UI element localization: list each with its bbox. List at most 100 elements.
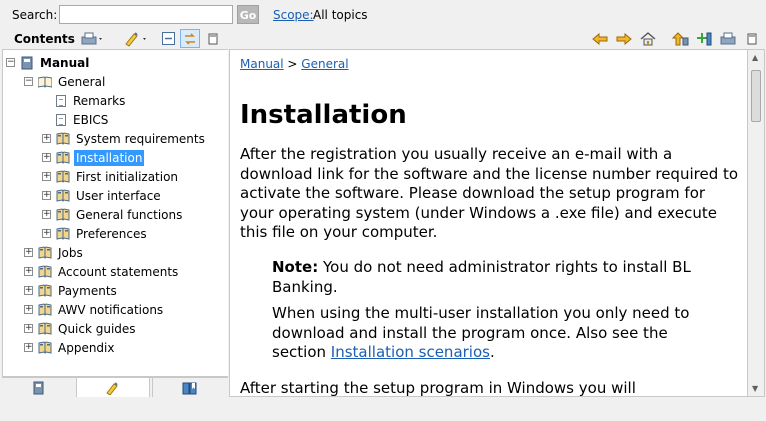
tree-item-label: User interface bbox=[76, 188, 161, 203]
show-in-toc-icon[interactable] bbox=[670, 29, 690, 48]
tree-item-label: Jobs bbox=[58, 245, 83, 260]
tree-item[interactable]: + Installation bbox=[42, 148, 145, 167]
book-icon bbox=[56, 227, 70, 240]
tree-item[interactable]: + Quick guides bbox=[24, 319, 138, 338]
status-bar bbox=[0, 397, 766, 421]
expand-icon[interactable]: + bbox=[42, 153, 51, 162]
breadcrumb-general-link[interactable]: General bbox=[301, 57, 348, 71]
vertical-scrollbar[interactable]: ▲ ▼ bbox=[748, 49, 765, 397]
tree-item[interactable]: + Preferences bbox=[42, 224, 149, 243]
tree-item-label: Payments bbox=[58, 283, 117, 298]
scrollbar-thumb[interactable] bbox=[751, 70, 761, 122]
scope-value: All topics bbox=[313, 8, 368, 22]
tree-item[interactable]: Remarks bbox=[42, 91, 127, 110]
book-icon bbox=[38, 284, 52, 297]
tree-item-label: General functions bbox=[76, 207, 183, 222]
book-icon bbox=[38, 341, 52, 354]
expand-icon[interactable]: + bbox=[24, 324, 33, 333]
topic-content: Manual > General Installation After the … bbox=[229, 49, 748, 397]
expand-icon[interactable]: + bbox=[24, 267, 33, 276]
tree-item-label: Quick guides bbox=[58, 321, 136, 336]
print-icon[interactable] bbox=[718, 29, 738, 48]
forward-icon[interactable] bbox=[614, 29, 634, 48]
maximize-icon[interactable] bbox=[742, 29, 762, 48]
expand-icon[interactable]: + bbox=[24, 286, 33, 295]
tree-item-label: Remarks bbox=[73, 93, 126, 108]
book-icon bbox=[38, 75, 52, 88]
installation-scenarios-link[interactable]: Installation scenarios bbox=[331, 343, 490, 361]
tree-item-label: System requirements bbox=[76, 131, 205, 146]
setup-paragraph: After starting the setup program in Wind… bbox=[240, 379, 636, 397]
tree-item[interactable]: + General functions bbox=[42, 205, 184, 224]
tree-item[interactable]: − General bbox=[24, 72, 107, 91]
print-icon[interactable] bbox=[80, 29, 106, 48]
breadcrumb-separator: > bbox=[283, 57, 302, 71]
tree-item-label: Appendix bbox=[58, 340, 115, 355]
tree-item-label: General bbox=[58, 74, 106, 89]
tree-item[interactable]: − Manual bbox=[6, 53, 91, 72]
contents-title: Contents bbox=[14, 32, 75, 46]
book-icon bbox=[38, 265, 52, 278]
collapse-icon[interactable]: − bbox=[24, 77, 33, 86]
multi-user-end: . bbox=[489, 343, 495, 361]
book-icon bbox=[56, 170, 70, 183]
page-title: Installation bbox=[240, 100, 407, 130]
tree-item-label: Account statements bbox=[58, 264, 179, 279]
link-with-contents-icon[interactable] bbox=[180, 29, 200, 48]
expand-icon[interactable]: + bbox=[24, 248, 33, 257]
search-label: Search: bbox=[12, 8, 58, 22]
tree-item[interactable]: + First initialization bbox=[42, 167, 180, 186]
contents-tab-icon bbox=[33, 381, 44, 395]
home-icon[interactable] bbox=[638, 29, 658, 48]
expand-icon[interactable]: + bbox=[42, 191, 51, 200]
tree-item[interactable]: + AWV notifications bbox=[24, 300, 165, 319]
book-icon bbox=[38, 322, 52, 335]
tree-item[interactable]: + Account statements bbox=[24, 262, 180, 281]
book-icon bbox=[56, 208, 70, 221]
tree-item-label: First initialization bbox=[76, 169, 179, 184]
tree-item-label: EBICS bbox=[73, 112, 109, 127]
tree-item[interactable]: EBICS bbox=[42, 110, 110, 129]
book-icon bbox=[38, 246, 52, 259]
search-input[interactable] bbox=[59, 5, 233, 24]
scroll-down-arrow-icon[interactable]: ▼ bbox=[752, 384, 758, 393]
collapse-all-icon[interactable] bbox=[158, 29, 178, 48]
note-text: You do not need administrator rights to … bbox=[272, 258, 691, 296]
tree-item[interactable]: + Appendix bbox=[24, 338, 116, 357]
back-icon[interactable] bbox=[590, 29, 610, 48]
book-icon bbox=[20, 56, 34, 70]
search-results-tab[interactable] bbox=[76, 378, 150, 398]
highlight-icon[interactable] bbox=[122, 29, 150, 48]
tree-item[interactable]: + Payments bbox=[24, 281, 119, 300]
tree-item[interactable]: + User interface bbox=[42, 186, 163, 205]
expand-icon[interactable]: + bbox=[24, 305, 33, 314]
go-button[interactable]: Go bbox=[237, 5, 259, 24]
expand-icon[interactable]: + bbox=[42, 134, 51, 143]
contents-tree: − Manual − General Remarks EBICS + System requi… bbox=[2, 49, 228, 377]
note-label: Note: bbox=[272, 258, 319, 276]
expand-icon[interactable]: + bbox=[42, 172, 51, 181]
search-bar: Search: Go Scope: All topics bbox=[0, 0, 766, 29]
expand-icon[interactable]: + bbox=[42, 210, 51, 219]
tree-item[interactable]: + System requirements bbox=[42, 129, 207, 148]
content-toolbar bbox=[590, 29, 766, 49]
scope-link[interactable]: Scope: bbox=[273, 8, 314, 22]
contents-toolbar: Contents bbox=[0, 29, 228, 49]
page-icon bbox=[56, 113, 66, 126]
minimize-icon[interactable] bbox=[203, 29, 223, 48]
expand-icon[interactable]: + bbox=[24, 343, 33, 352]
tree-item-label: AWV notifications bbox=[58, 302, 164, 317]
search-results-tab-icon bbox=[106, 381, 118, 395]
bookmark-icon[interactable] bbox=[694, 29, 714, 48]
note-paragraph: Note: You do not need administrator righ… bbox=[272, 258, 712, 297]
scroll-up-arrow-icon[interactable]: ▲ bbox=[752, 53, 758, 62]
tree-item[interactable]: + Jobs bbox=[24, 243, 85, 262]
expand-icon[interactable]: + bbox=[42, 229, 51, 238]
contents-tab[interactable] bbox=[2, 378, 76, 398]
collapse-icon[interactable]: − bbox=[6, 58, 15, 67]
bookmarks-tab[interactable] bbox=[152, 378, 226, 398]
page-icon bbox=[56, 94, 66, 107]
breadcrumb-manual-link[interactable]: Manual bbox=[240, 57, 284, 71]
bookmarks-tab-icon bbox=[182, 382, 196, 395]
book-icon bbox=[56, 151, 70, 164]
